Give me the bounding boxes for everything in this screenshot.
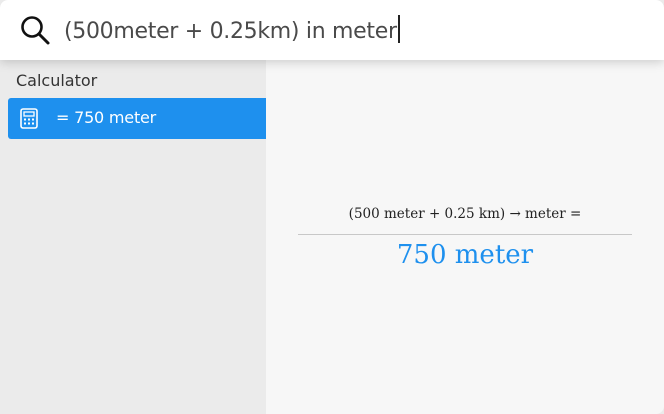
search-input[interactable]: (500meter + 0.25km) in meter [64,15,400,44]
search-query-text: (500meter + 0.25km) in meter [64,19,397,44]
divider [298,234,632,235]
result-item-calculator[interactable]: = 750 meter [8,98,266,139]
calculator-icon [20,108,38,129]
search-icon [21,16,50,45]
result-item-label: = 750 meter [56,108,157,127]
calculation-expression: (500 meter + 0.25 km) → meter = [348,206,582,222]
result-panel: (500 meter + 0.25 km) → meter = 750 mete… [266,60,664,414]
sidebar: Calculator = 750 meter [0,60,266,414]
calculation-answer: 750 meter [396,240,534,270]
text-caret [397,15,400,43]
launcher-window: (500meter + 0.25km) in meter Calculator … [0,0,664,414]
search-bar: (500meter + 0.25km) in meter [0,0,664,60]
section-title-calculator: Calculator [16,71,98,90]
